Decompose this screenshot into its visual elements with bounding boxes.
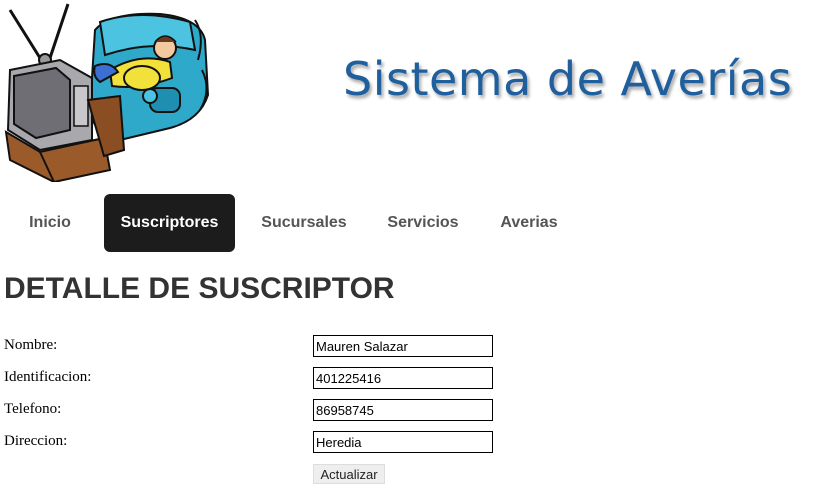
telefono-field[interactable] [313,399,493,421]
telefono-label: Telefono: [4,401,62,417]
nav-item-suscriptores[interactable]: Suscriptores [104,194,235,252]
identificacion-field[interactable] [313,367,493,389]
nombre-label: Nombre: [4,337,58,353]
identificacion-label: Identificacion: [4,369,92,385]
site-title: Sistema de Averías [343,52,793,106]
main-nav: Inicio Suscriptores Sucursales Servicios… [0,194,600,254]
nav-item-averias[interactable]: Averias [488,194,570,252]
direccion-field[interactable] [313,431,493,453]
page-title: DETALLE DE SUSCRIPTOR [4,272,395,305]
nav-item-sucursales[interactable]: Sucursales [250,194,358,252]
tv-couch-logo [4,3,210,182]
nombre-field[interactable] [313,335,493,357]
nav-item-servicios[interactable]: Servicios [375,194,471,252]
direccion-label: Direccion: [4,433,68,449]
actualizar-button[interactable]: Actualizar [313,464,385,484]
nav-item-inicio[interactable]: Inicio [10,194,90,252]
